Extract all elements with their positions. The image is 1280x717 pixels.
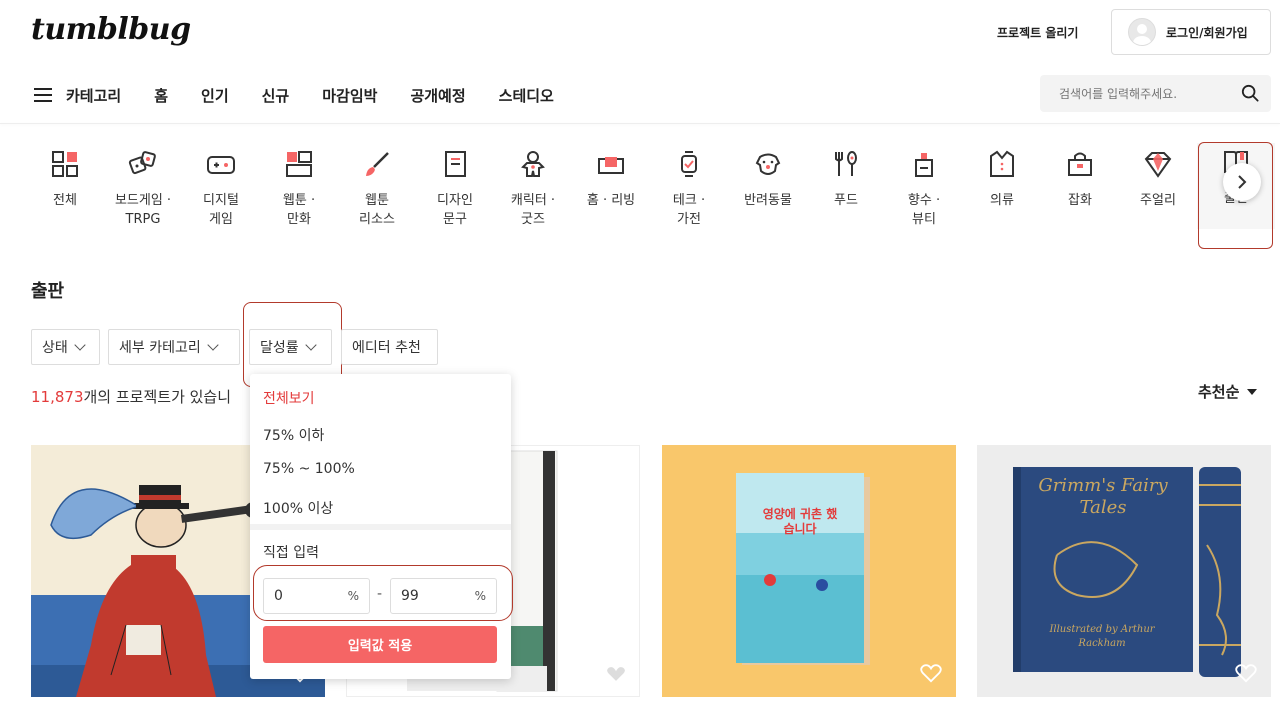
login-label: 로그인/회원가입 — [1166, 25, 1248, 40]
perfume-icon — [915, 153, 933, 177]
nav-popular[interactable]: 인기 — [201, 85, 229, 106]
grid-icon — [52, 151, 78, 177]
nav-home[interactable]: 홈 — [154, 85, 168, 106]
header-divider — [0, 123, 1280, 124]
card-3-cover-title: 영양에 귀촌 했습니다 — [762, 507, 838, 536]
heart-icon[interactable] — [1235, 663, 1257, 683]
sofa-icon — [598, 157, 624, 174]
nav-ending-soon[interactable]: 마감임박 — [322, 85, 377, 106]
search-box — [1040, 75, 1271, 112]
category-webtoon[interactable]: 웹툰 · 만화 — [260, 145, 338, 229]
category-home-living[interactable]: 홈 · 리빙 — [572, 145, 650, 210]
option-under-75[interactable]: 75% 이하 — [263, 425, 324, 445]
sort-dropdown[interactable]: 추천순 — [1198, 381, 1258, 402]
option-all[interactable]: 전체보기 — [263, 388, 315, 408]
page-title: 출판 — [31, 281, 65, 302]
chevron-right-icon — [1238, 175, 1247, 189]
category-pets[interactable]: 반려동물 — [729, 145, 807, 210]
project-count: 11,873개의 프로젝트가 있습니 — [31, 388, 232, 406]
brush-icon — [366, 152, 389, 176]
filter-status[interactable]: 상태 — [31, 329, 100, 365]
hamburger-menu-icon[interactable] — [34, 88, 52, 102]
category-webtoon-resource[interactable]: 웹툰 리소스 — [338, 145, 416, 229]
tumblbug-logo[interactable]: tumblbug — [31, 12, 191, 47]
nav-steady[interactable]: 스테디오 — [499, 85, 554, 106]
card-image-3 — [662, 445, 956, 697]
filter-subcategory[interactable]: 세부 카테고리 — [108, 329, 240, 365]
apply-input-button[interactable]: 입력값 적용 — [263, 626, 497, 663]
category-tech[interactable]: 테크 · 가전 — [650, 145, 728, 229]
chevron-down-icon — [74, 339, 86, 351]
custom-input-label: 직접 입력 — [263, 545, 319, 561]
dropdown-divider — [250, 524, 511, 530]
caret-down-icon — [1247, 388, 1258, 395]
category-boardgame[interactable]: 보드게임 · TRPG — [104, 145, 182, 229]
project-card-3[interactable]: 영양에 귀촌 했습니다 — [662, 445, 956, 697]
heart-icon[interactable] — [605, 664, 627, 684]
achievement-dropdown: 전체보기 75% 이하 75% ~ 100% 100% 이상 직접 입력 0% … — [250, 374, 511, 679]
category-character[interactable]: 캐릭터 · 굿즈 — [494, 145, 572, 229]
filter-status-label: 상태 — [42, 340, 68, 356]
chevron-down-icon — [207, 339, 219, 351]
login-signup-button[interactable]: 로그인/회원가입 — [1111, 9, 1271, 55]
option-75-to-100[interactable]: 75% ~ 100% — [263, 461, 355, 477]
nav-new[interactable]: 신규 — [262, 85, 290, 106]
category-clothing[interactable]: 의류 — [963, 145, 1041, 210]
sort-label: 추천순 — [1198, 383, 1240, 401]
card-4-cover-title: Grimm's Fairy Tales — [1038, 475, 1168, 518]
category-digital-game[interactable]: 디지털 게임 — [182, 145, 260, 229]
custom-input-highlight — [253, 565, 513, 621]
nav-category[interactable]: 카테고리 — [66, 85, 121, 106]
utensils-icon — [835, 151, 857, 176]
watch-icon — [681, 151, 697, 177]
category-jewelry[interactable]: 주얼리 — [1119, 145, 1197, 210]
category-design[interactable]: 디자인 문구 — [416, 145, 494, 229]
category-all[interactable]: 전체 — [26, 145, 104, 210]
gamepad-icon — [207, 156, 235, 174]
search-input[interactable] — [1059, 86, 1229, 101]
shirt-icon — [990, 150, 1014, 177]
card-4-cover-subtitle: Illustrated by Arthur Rackham — [1049, 624, 1155, 649]
nav-upcoming[interactable]: 공개예정 — [410, 85, 465, 106]
heart-icon[interactable] — [920, 663, 942, 683]
gingerbread-icon — [521, 151, 545, 177]
category-beauty[interactable]: 향수 · 뷰티 — [885, 145, 963, 229]
notebook-icon — [445, 151, 466, 177]
avatar-icon — [1128, 18, 1156, 46]
project-card-4[interactable]: Grimm's Fairy Tales Illustrated by Arthu… — [977, 445, 1271, 697]
dice-icon — [128, 151, 156, 175]
category-food[interactable]: 푸드 — [807, 145, 885, 210]
filter-editor-label: 에디터 추천 — [352, 340, 421, 356]
bag-icon — [1068, 152, 1092, 176]
filter-subcategory-label: 세부 카테고리 — [119, 340, 201, 356]
dog-icon — [755, 153, 781, 175]
comic-icon — [286, 151, 312, 177]
diamond-icon — [1144, 152, 1172, 178]
category-next-button[interactable] — [1223, 163, 1261, 201]
option-over-100[interactable]: 100% 이상 — [263, 498, 333, 518]
filter-editor-pick[interactable]: 에디터 추천 — [341, 329, 438, 365]
category-goods[interactable]: 잡화 — [1041, 145, 1119, 210]
upload-project-link[interactable]: 프로젝트 올리기 — [997, 24, 1078, 41]
main-nav: 카테고리 홈 인기 신규 마감임박 공개예정 스테디오 — [34, 82, 587, 108]
search-icon[interactable] — [1241, 84, 1259, 102]
